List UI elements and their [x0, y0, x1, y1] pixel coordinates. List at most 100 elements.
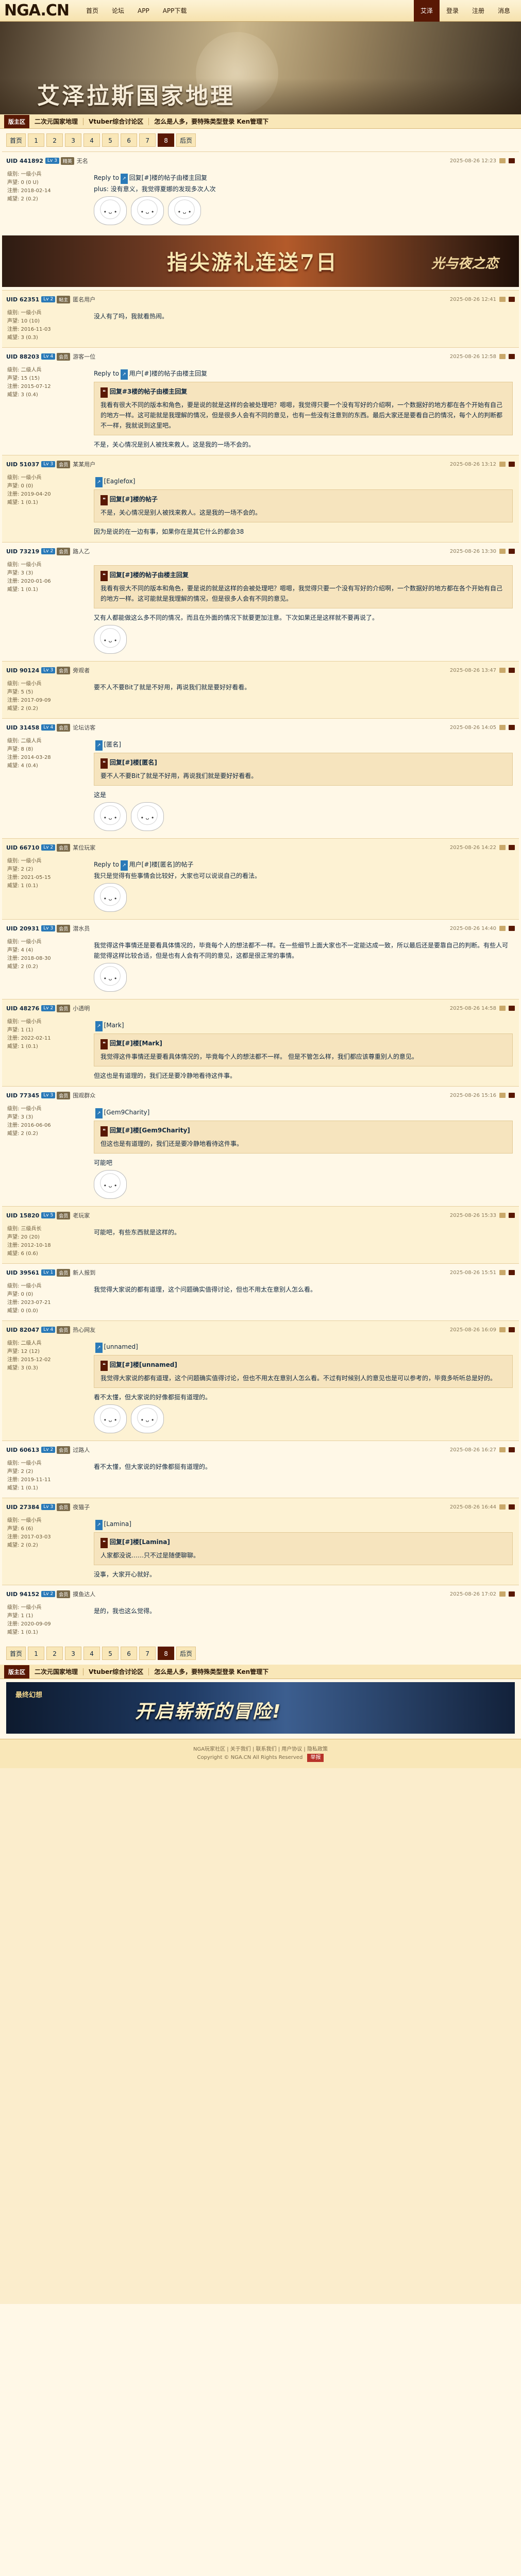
user-name[interactable]: 旁观者	[73, 666, 90, 674]
reply-icon[interactable]	[509, 668, 515, 673]
reply-target[interactable]: [Eaglefox]	[104, 478, 136, 485]
reply-target[interactable]: 用户[#]楼的帖子由楼主回复	[129, 370, 207, 377]
page-2[interactable]: 2	[46, 133, 63, 147]
user-id[interactable]: UID 48276	[6, 1005, 39, 1012]
user-name[interactable]: 某某用户	[73, 460, 95, 468]
reply-icon[interactable]	[509, 462, 515, 467]
page-next[interactable]: 后页	[176, 1647, 196, 1660]
quote-author[interactable]: 回复[#]楼的帖子由楼主回复	[110, 571, 189, 579]
reply-icon[interactable]	[509, 354, 515, 359]
reply-icon[interactable]	[509, 1504, 515, 1510]
reply-icon[interactable]	[509, 1213, 515, 1218]
ad-banner-bottom[interactable]: 最终幻想 开启崭新的冒险!	[6, 1682, 515, 1734]
user-id[interactable]: UID 77345	[6, 1092, 39, 1099]
post-link-icon[interactable]: ↗	[121, 860, 128, 871]
reply-icon[interactable]	[509, 549, 515, 554]
page-2[interactable]: 2	[46, 1647, 63, 1660]
bookmark-icon[interactable]	[499, 845, 506, 850]
user-id[interactable]: UID 73219	[6, 548, 39, 555]
page-1[interactable]: 1	[28, 133, 45, 147]
page-8-current[interactable]: 8	[158, 133, 175, 147]
page-3[interactable]: 3	[65, 133, 82, 147]
user-name[interactable]: 某位玩家	[73, 843, 95, 852]
page-3[interactable]: 3	[65, 1647, 82, 1660]
quote-author[interactable]: 回复[#]楼[Gem9Charity]	[110, 1127, 190, 1134]
reply-target[interactable]: [Gem9Charity]	[104, 1109, 150, 1116]
reply-icon[interactable]	[509, 926, 515, 931]
post-link-icon[interactable]: ↗	[121, 369, 128, 380]
reply-icon[interactable]	[509, 1327, 515, 1332]
page-5[interactable]: 5	[102, 1647, 119, 1660]
post-link-icon[interactable]: ↗	[121, 174, 128, 184]
user-id[interactable]: UID 60613	[6, 1447, 39, 1453]
reply-target[interactable]: [unnamed]	[104, 1343, 138, 1350]
bookmark-icon[interactable]	[499, 926, 506, 931]
user-name[interactable]: 论坛访客	[73, 723, 95, 732]
post-link-icon[interactable]: ↗	[95, 477, 103, 487]
post-link-icon[interactable]: ↗	[95, 740, 103, 751]
page-6[interactable]: 6	[121, 133, 138, 147]
subforum-link-1[interactable]: 二次元国家地理	[35, 117, 78, 126]
user-id[interactable]: UID 66710	[6, 844, 39, 851]
subforum-link-3[interactable]: 怎么是人多，要特殊类型登录 Ken管理下	[154, 1667, 268, 1676]
reply-icon[interactable]	[509, 845, 515, 850]
nav-app-download[interactable]: APP下载	[156, 0, 194, 22]
site-logo[interactable]: NGA.CN 精英玩家俱乐部	[4, 3, 71, 27]
quote-author[interactable]: 回复#3楼的帖子由楼主回复	[110, 388, 187, 395]
post-link-icon[interactable]: ↗	[95, 1021, 103, 1031]
reply-icon[interactable]	[509, 725, 515, 730]
user-id[interactable]: UID 82047	[6, 1327, 39, 1333]
bookmark-icon[interactable]	[499, 1591, 506, 1597]
quote-author[interactable]: 回复[#]楼[Mark]	[110, 1040, 162, 1047]
bookmark-icon[interactable]	[499, 668, 506, 673]
quote-author[interactable]: 回复[#]楼[匿名]	[110, 759, 157, 766]
user-name[interactable]: 无名	[77, 157, 88, 165]
user-id[interactable]: UID 31458	[6, 724, 39, 731]
user-id[interactable]: UID 39561	[6, 1269, 39, 1276]
reply-target[interactable]: [Lamina]	[104, 1520, 131, 1528]
user-id[interactable]: UID 51037	[6, 461, 39, 468]
ad-banner-top[interactable]: 指尖游礼连送7日 光与夜之恋	[2, 235, 519, 287]
user-name[interactable]: 潜水员	[73, 924, 90, 933]
reply-target[interactable]: 回复[#]楼的帖子由楼主回复	[129, 174, 207, 181]
user-name[interactable]: 路人乙	[73, 547, 90, 555]
page-7[interactable]: 7	[139, 133, 156, 147]
quote-author[interactable]: 回复[#]楼[Lamina]	[110, 1538, 170, 1546]
user-id[interactable]: UID 88203	[6, 353, 39, 360]
user-id[interactable]: UID 90124	[6, 667, 39, 674]
nav-forum[interactable]: 论坛	[105, 0, 131, 22]
reply-icon[interactable]	[509, 158, 515, 163]
quote-author[interactable]: 回复[#]楼[unnamed]	[110, 1361, 177, 1368]
footer-links[interactable]: NGA玩家社区 | 关于我们 | 联系我们 | 用户协议 | 隐私政策	[0, 1745, 521, 1754]
page-6[interactable]: 6	[121, 1647, 138, 1660]
nav-current-forum[interactable]: 艾泽	[414, 0, 440, 22]
nav-home[interactable]: 首页	[79, 0, 105, 22]
report-button[interactable]: 举报	[307, 1754, 324, 1762]
bookmark-icon[interactable]	[499, 725, 506, 730]
bookmark-icon[interactable]	[499, 1447, 506, 1452]
user-id[interactable]: UID 20931	[6, 925, 39, 932]
post-link-icon[interactable]: ↗	[95, 1520, 103, 1530]
bookmark-icon[interactable]	[499, 549, 506, 554]
subforum-link-2[interactable]: Vtuber综合讨论区	[89, 117, 143, 126]
user-name[interactable]: 老玩家	[73, 1211, 90, 1219]
user-id[interactable]: UID 441892	[6, 158, 43, 164]
page-1[interactable]: 1	[28, 1647, 45, 1660]
reply-target[interactable]: [匿名]	[104, 741, 121, 748]
user-name[interactable]: 游客一位	[73, 352, 95, 361]
nav-register[interactable]: 注册	[465, 0, 491, 22]
user-id[interactable]: UID 94152	[6, 1591, 39, 1598]
subforum-link-3[interactable]: 怎么是人多，要特殊类型登录 Ken管理下	[154, 117, 268, 126]
user-id[interactable]: UID 62351	[6, 296, 39, 303]
bookmark-icon[interactable]	[499, 1093, 506, 1098]
reply-target[interactable]: [Mark]	[104, 1022, 124, 1029]
bookmark-icon[interactable]	[499, 1504, 506, 1510]
bookmark-icon[interactable]	[499, 462, 506, 467]
bookmark-icon[interactable]	[499, 1270, 506, 1275]
nav-login[interactable]: 登录	[440, 0, 465, 22]
subforum-link-2[interactable]: Vtuber综合讨论区	[89, 1667, 143, 1676]
page-next[interactable]: 后页	[176, 133, 196, 147]
user-name[interactable]: 热心网友	[73, 1326, 95, 1334]
bookmark-icon[interactable]	[499, 1327, 506, 1332]
quote-author[interactable]: 回复[#]楼的帖子	[110, 496, 158, 503]
